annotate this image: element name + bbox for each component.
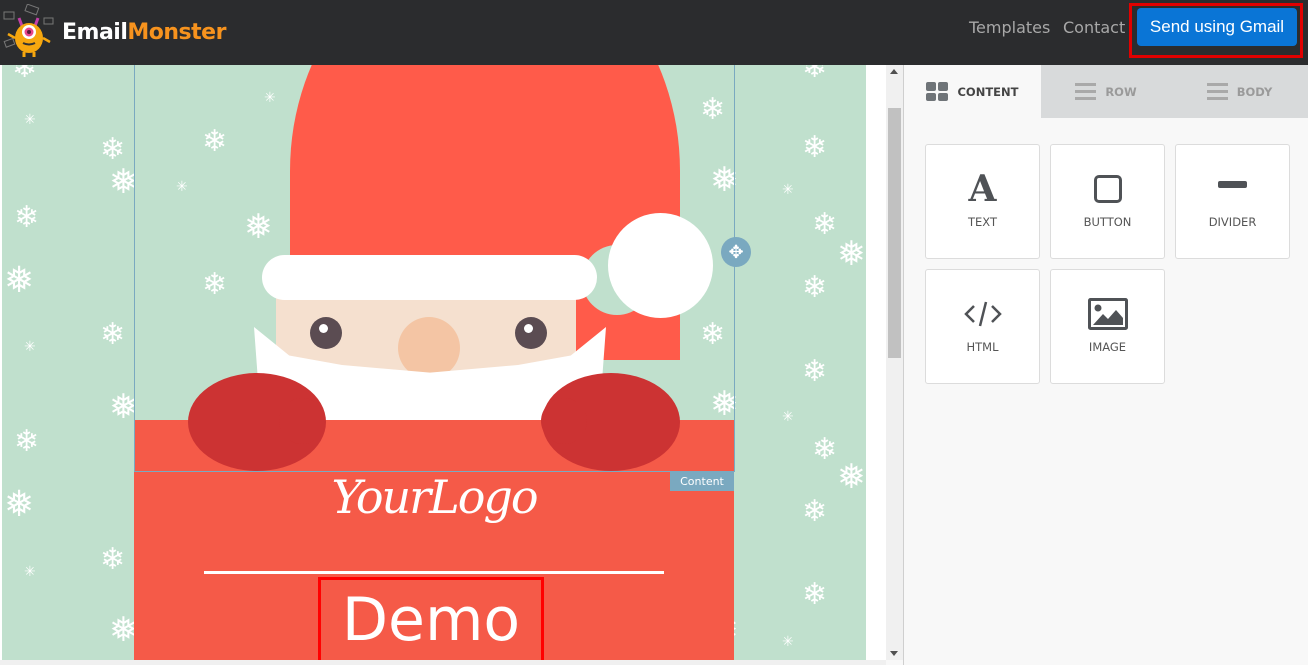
snowflake-icon: ❄ [802,577,828,612]
snowflake-icon: ❄ [812,432,838,467]
snowflake-icon: ✳ [782,182,794,198]
highlight-outline [318,577,544,663]
scroll-up-arrow-icon[interactable] [890,69,898,74]
your-logo-text[interactable]: YourLogo [134,470,734,524]
santa-hat-brim [262,255,597,300]
nav-contact-link[interactable]: Contact [1063,18,1125,37]
snowflake-icon: ✳ [24,112,36,128]
block-image[interactable]: IMAGE [1050,269,1165,384]
lines-icon [1075,83,1097,100]
logo-text-monster: Monster [127,19,226,45]
email-editor-canvas[interactable]: ❄ ✳ ❄ ❅ ❄ ❅ ❄ ✳ ❅ ❄ ❅ ❄ ✳ ❅ ❄ ❄ ❄ ❄ ❄ ❅ … [0,65,886,665]
block-label: BUTTON [1083,215,1132,229]
code-icon [926,296,1039,332]
block-label: HTML [966,340,999,354]
block-text[interactable]: A TEXT [925,144,1040,259]
block-html[interactable]: HTML [925,269,1040,384]
tab-content[interactable]: CONTENT [904,65,1041,118]
grid-icon [926,82,949,101]
snowflake-icon: ❄ [12,65,38,85]
tab-body[interactable]: BODY [1171,65,1308,118]
snowflake-icon: ❅ [4,260,35,301]
tab-row[interactable]: ROW [1041,65,1171,118]
snowflake-icon: ❅ [837,457,866,497]
tab-label: CONTENT [957,84,1019,99]
nav-templates-link[interactable]: Templates [969,18,1050,37]
monster-mascot-icon [3,4,54,57]
tab-label: ROW [1105,84,1137,99]
logo-text: EmailMonster [62,20,226,45]
santa-eye-left [310,317,342,349]
snowflake-icon: ❄ [100,542,126,577]
block-label: DIVIDER [1208,215,1257,229]
snowflake-icon: ❅ [244,207,273,247]
santa-mitten-left-thumb [279,398,325,444]
snowflake-icon: ✳ [782,634,794,650]
snowflake-icon: ✳ [264,90,276,106]
text-a-icon: A [968,168,997,210]
snowflake-icon: ✳ [176,179,188,195]
block-button[interactable]: BUTTON [1050,144,1165,259]
canvas-scrollbar[interactable] [886,65,903,660]
square-button-icon [1051,171,1164,207]
snowflake-icon: ❄ [14,424,40,459]
move-arrows-icon[interactable]: ✥ [721,237,751,267]
scroll-down-arrow-icon[interactable] [890,651,898,656]
snowflake-icon: ❄ [202,124,228,159]
snowflake-icon: ❄ [14,200,40,235]
properties-panel: CONTENT ROW BODY A TEXT BUTTON DIVIDER H… [904,65,1308,665]
divider-bar-icon [1176,171,1289,207]
snowflake-icon: ❄ [802,65,828,85]
snowflake-icon: ❄ [802,270,828,305]
image-icon [1051,296,1164,332]
santa-nose [398,317,460,379]
horizontal-scrollbar[interactable] [0,660,886,665]
send-using-gmail-button[interactable]: Send using Gmail [1137,8,1297,46]
block-divider[interactable]: DIVIDER [1175,144,1290,259]
block-label: TEXT [968,215,997,229]
block-label: IMAGE [1088,340,1127,354]
snowflake-icon: ✳ [24,564,36,580]
snowflake-icon: ❄ [100,132,126,167]
snowflake-icon: ❄ [202,267,228,302]
logo-text-email: Email [62,19,128,45]
divider-line[interactable] [204,571,664,574]
santa-mitten-right-thumb [541,398,587,444]
snowflake-icon: ❄ [802,494,828,529]
snowflake-icon: ❅ [837,234,866,274]
scrollbar-thumb[interactable] [888,108,901,358]
top-bar: EmailMonster Templates Contact Send usin… [0,0,1308,65]
snowflake-icon: ✳ [782,409,794,425]
app-logo[interactable]: EmailMonster [2,2,226,62]
snowflake-icon: ❄ [802,354,828,389]
snowflake-icon: ❅ [4,484,35,525]
tab-label: BODY [1236,84,1273,99]
snowflake-icon: ❄ [812,207,838,242]
snowflake-icon: ✳ [24,339,36,355]
snowflake-icon: ❄ [100,317,126,352]
santa-hat-pompom [608,213,713,318]
panel-tabs: CONTENT ROW BODY [904,65,1308,118]
lines-icon [1206,83,1228,100]
snowflake-icon: ❄ [802,130,828,165]
santa-eye-right [515,317,547,349]
